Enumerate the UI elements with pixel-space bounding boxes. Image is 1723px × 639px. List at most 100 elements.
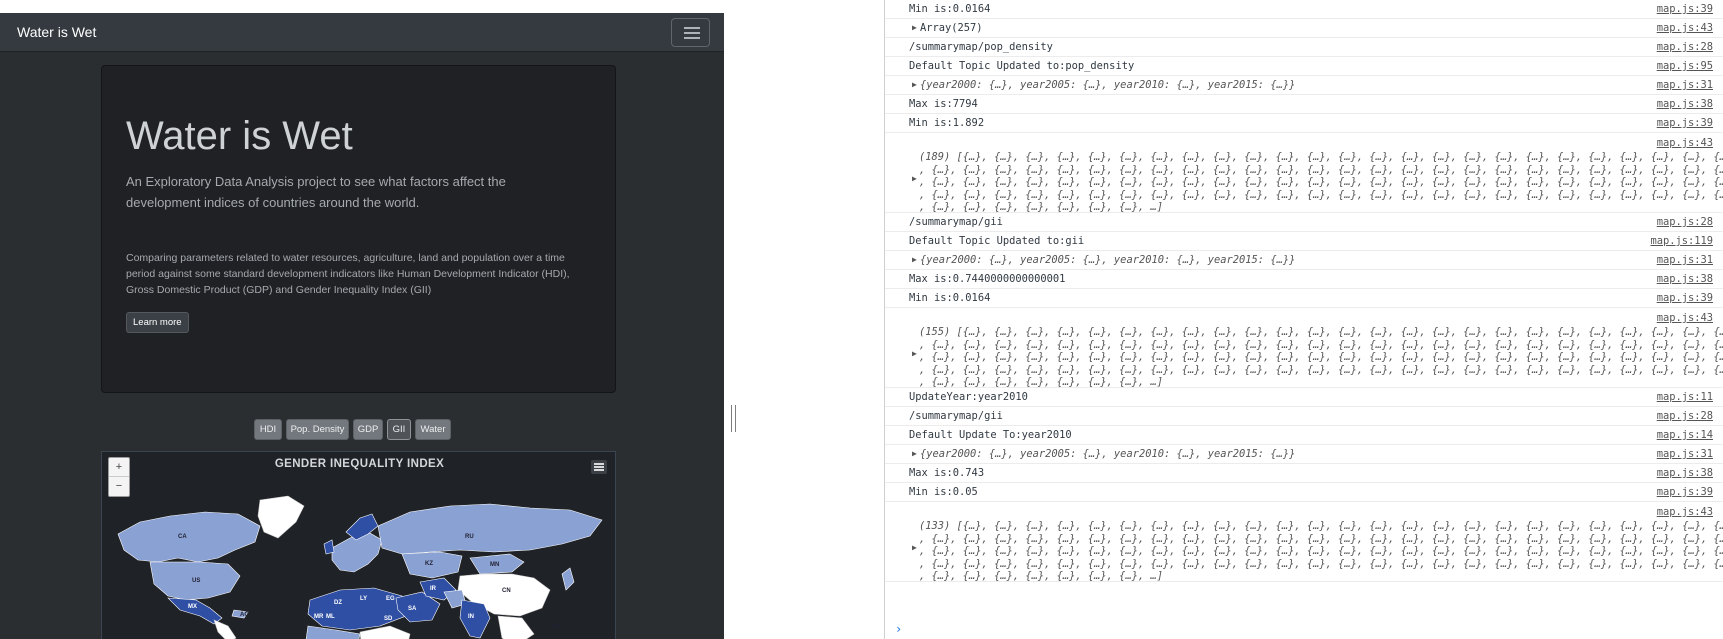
console-message-text: Max is:0.7440000000000001 [909,273,1066,285]
console-array-dump-line: , {…}, {…}, {…}, {…}, {…}, {…}, {…}, …] [919,376,1163,388]
resize-handle-line [735,405,736,432]
expand-arrow-icon[interactable]: ▶ [912,449,917,458]
console-source-link[interactable]: map.js:31 [1657,79,1713,91]
page-viewport: Water is Wet Water is Wet An Exploratory… [0,0,724,639]
console-message: UpdateYear:year2010 map.js:11 [885,388,1723,407]
console-message-text: Max is:0.743 [909,467,985,479]
panel-resize-handle[interactable] [729,405,738,432]
country-greenland[interactable] [257,495,305,539]
expand-arrow-icon[interactable]: ▶ [912,174,917,183]
world-choropleth-map[interactable]: CA US RU KZ MN CN SA IN IR DZ MX AG MR M… [110,492,610,639]
expand-arrow-icon[interactable]: ▶ [912,543,917,552]
country-japan[interactable] [561,567,575,591]
console-message-text: Array(257) [920,22,983,34]
console-source-link[interactable]: map.js:38 [1657,467,1713,479]
console-source-link[interactable]: map.js:28 [1657,41,1713,53]
label-kazakhstan: KZ [425,561,433,567]
map-title: GENDER INEQUALITY INDEX [274,458,445,470]
console-source-link[interactable]: map.js:14 [1657,429,1713,441]
country-uk[interactable] [323,539,335,555]
expand-arrow-icon[interactable]: ▶ [912,255,917,264]
jumbotron: Water is Wet An Exploratory Data Analysi… [101,65,616,393]
menu-icon-bar [594,466,604,468]
console-source-link[interactable]: map.js:119 [1650,235,1713,247]
topic-button-water[interactable]: Water [415,419,451,440]
region-central-america[interactable] [213,619,237,639]
viewport-top-strip [0,0,724,13]
label-saudi-arabia: SA [408,606,417,612]
console-message-text: Default Topic Updated to:pop_density [909,60,1135,72]
console-source-link[interactable]: map.js:43 [1657,137,1713,149]
zoom-in-button[interactable]: + [109,458,129,477]
console-source-link[interactable]: map.js:43 [1657,506,1713,518]
console-message-text: Default Update To:year2010 [909,429,1072,441]
console-array-dump-line: , {…}, {…}, {…}, {…}, {…}, {…}, {…}, {…}… [919,363,1723,376]
console-array-dump-line: , {…}, {…}, {…}, {…}, {…}, {…}, {…}, {…}… [919,188,1723,201]
menu-icon [594,463,604,465]
topic-button-gdp[interactable]: GDP [353,419,383,440]
console-message: Min is:0.0164 map.js:39 [885,289,1723,308]
learn-more-button[interactable]: Learn more [126,312,189,333]
zoom-control: + − [108,457,130,497]
region-north-africa[interactable] [307,587,407,631]
console-message: ▶ {year2000: {…}, year2005: {…}, year2010… [885,251,1723,270]
console-source-link[interactable]: map.js:38 [1657,273,1713,285]
console-source-link[interactable]: map.js:43 [1657,22,1713,34]
console-message: Min is:0.05 map.js:39 [885,483,1723,502]
console-array-dump-line: , {…}, {…}, {…}, {…}, {…}, {…}, {…}, {…}… [919,338,1723,351]
console-array-dump-line: , {…}, {…}, {…}, {…}, {…}, {…}, {…}, …] [919,570,1163,582]
topic-button-gii[interactable]: GII [387,419,411,440]
jumbotron-title: Water is Wet [126,114,353,158]
console-message: /summarymap/pop_density map.js:28 [885,38,1723,57]
expand-arrow-icon[interactable]: ▶ [912,80,917,89]
map-export-menu-button[interactable] [591,460,607,474]
console-message-text: {year2000: {…}, year2005: {…}, year2010:… [920,448,1296,460]
console-array-dump-line: , {…}, {…}, {…}, {…}, {…}, {…}, {…}, {…}… [919,351,1723,363]
console-message: /summarymap/gii map.js:28 [885,407,1723,426]
region-southeast-asia[interactable] [497,615,535,639]
console-source-link[interactable]: map.js:39 [1657,292,1713,304]
resize-handle-line [731,405,732,432]
country-canada[interactable] [117,511,261,563]
console-message-text: Min is:1.892 [909,117,985,129]
navbar-toggler-button[interactable] [671,18,710,47]
console-array-dump-line: (133) [{…}, {…}, {…}, {…}, {…}, {…}, {…}… [919,520,1723,532]
console-message: /summarymap/gii map.js:28 [885,213,1723,232]
console-array-dump-line: , {…}, {…}, {…}, {…}, {…}, {…}, {…}, {…}… [919,545,1723,557]
console-source-link[interactable]: map.js:31 [1657,448,1713,460]
console-source-link[interactable]: map.js:39 [1657,486,1713,498]
console-source-link[interactable]: map.js:28 [1657,410,1713,422]
console-array-dump-line: (155) [{…}, {…}, {…}, {…}, {…}, {…}, {…}… [919,326,1723,338]
console-message: Max is:7794 map.js:38 [885,95,1723,114]
console-message-text: Min is:0.0164 [909,292,991,304]
console-source-link[interactable]: map.js:39 [1657,3,1713,15]
country-russia[interactable] [377,503,603,555]
console-source-link[interactable]: map.js:28 [1657,216,1713,228]
navbar-brand[interactable]: Water is Wet [17,24,96,40]
console-message-text: /summarymap/pop_density [909,41,1053,53]
console-prompt-icon[interactable]: › [895,622,902,636]
topic-button-hdi[interactable]: HDI [254,419,282,440]
console-source-link[interactable]: map.js:11 [1657,391,1713,403]
console-source-link[interactable]: map.js:39 [1657,117,1713,129]
console-message: Min is:0.0164 map.js:39 [885,0,1723,19]
expand-arrow-icon[interactable]: ▶ [912,349,917,358]
console-source-link[interactable]: map.js:31 [1657,254,1713,266]
console-array-dump-line: , {…}, {…}, {…}, {…}, {…}, {…}, {…}, {…}… [919,176,1723,188]
menu-icon-bar [594,469,604,471]
console-message: Max is:0.7440000000000001 map.js:38 [885,270,1723,289]
label-canada: CA [178,534,187,540]
label-northern-mariana: MP [552,624,561,630]
console-source-link[interactable]: map.js:95 [1657,60,1713,72]
console-message-text: Min is:0.05 [909,486,978,498]
console-message: Default Topic Updated to:pop_density map.… [885,57,1723,76]
expand-arrow-icon[interactable]: ▶ [912,23,917,32]
console-source-link[interactable]: map.js:38 [1657,98,1713,110]
console-message: ▶ {year2000: {…}, year2005: {…}, year2010… [885,445,1723,464]
topic-button-pop-density[interactable]: Pop. Density [286,419,349,440]
console-message-text: Max is:7794 [909,98,978,110]
console-source-link[interactable]: map.js:43 [1657,312,1713,324]
console-message-text: /summarymap/gii [909,216,1003,228]
label-iran: IR [430,586,437,592]
label-algeria: DZ [334,600,342,606]
